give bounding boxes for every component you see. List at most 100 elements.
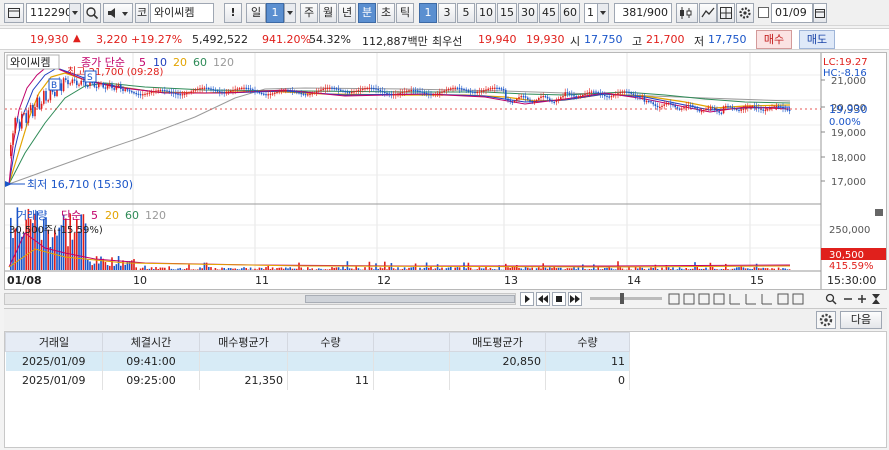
volume-tag: 30,500 (829, 250, 864, 261)
candle-body (117, 84, 120, 87)
candle-body (280, 90, 283, 92)
candle-body (531, 101, 533, 103)
candle-body (348, 91, 351, 94)
volume-bar (648, 268, 650, 270)
candle-body (304, 94, 307, 96)
volume-bar (309, 269, 311, 270)
candle-body (443, 90, 445, 92)
candle-body (71, 79, 74, 84)
volume-bar (56, 235, 58, 270)
interval-5[interactable]: 5 (457, 3, 475, 23)
window-icon[interactable] (4, 3, 24, 23)
volume-bar (142, 267, 144, 270)
candle-body (135, 92, 137, 95)
chart-tool-icons[interactable] (668, 292, 818, 306)
next-button[interactable]: 다음 (840, 311, 882, 329)
date-checkbox[interactable] (758, 7, 769, 18)
candle-body (414, 90, 417, 92)
zoom-slider-handle[interactable] (620, 293, 624, 304)
candle-body (170, 91, 173, 93)
volume-bar (749, 268, 751, 270)
volume-bar (355, 266, 357, 270)
candle-body (190, 91, 192, 93)
candle-body (164, 90, 166, 92)
volume-bar (786, 269, 789, 270)
period-day[interactable]: 일 (246, 3, 266, 23)
period-dropdown[interactable] (284, 3, 296, 23)
period-year[interactable]: 년 (338, 3, 356, 23)
candle-body (93, 82, 96, 87)
y-axis-ticks: 21,00020,00019,00018,00017,000 (821, 76, 866, 188)
candle-settings-icon[interactable] (676, 3, 698, 23)
cell-exec-time: 09:41:00 (102, 351, 200, 371)
candle-body (419, 90, 421, 93)
period-minute[interactable]: 분 (358, 3, 376, 23)
volume-bar (531, 267, 533, 270)
count-input[interactable]: 1 (584, 3, 598, 23)
interval-1[interactable]: 1 (419, 3, 437, 23)
sell-button[interactable]: 매도 (799, 30, 835, 49)
stock-name-field[interactable]: 와이씨켐 (150, 3, 214, 23)
interval-15[interactable]: 15 (497, 3, 517, 23)
reset-zoom-icon[interactable] (872, 294, 880, 299)
price-chart[interactable]: 와이씨켐 종가 단순 5 10 20 60 120 최고 21,700 (09:… (4, 52, 887, 290)
pane-collapse-icon[interactable] (875, 209, 883, 216)
scroll-right-icon[interactable] (520, 292, 534, 306)
interval-3[interactable]: 3 (438, 3, 456, 23)
gear-icon[interactable] (736, 3, 754, 23)
candle-body (133, 92, 135, 94)
candle-body (392, 94, 395, 96)
volume-bar (401, 268, 404, 270)
rewind-icon[interactable] (536, 292, 550, 306)
zoom-slider[interactable] (590, 293, 662, 304)
volume-bar (683, 269, 685, 270)
stock-code-dropdown[interactable] (69, 3, 81, 23)
volume-bar (153, 269, 155, 270)
calendar-icon[interactable] (813, 3, 827, 23)
date-input[interactable]: 01/09 (771, 3, 813, 23)
candle-body (707, 107, 709, 109)
buy-button[interactable]: 매수 (756, 30, 792, 49)
forward-icon[interactable] (568, 292, 582, 306)
volume-bar (289, 267, 291, 270)
chart-scroll-row (4, 291, 887, 307)
candle-body (604, 95, 606, 97)
speaker-icon[interactable] (103, 3, 133, 23)
candle-body (109, 83, 111, 86)
interval-45[interactable]: 45 (539, 3, 559, 23)
interval-10[interactable]: 10 (476, 3, 496, 23)
stop-icon[interactable] (552, 292, 566, 306)
warning-button[interactable]: ! (224, 3, 242, 23)
candle-body (540, 96, 542, 99)
interval-30[interactable]: 30 (518, 3, 538, 23)
candle-body (346, 91, 349, 93)
volume-bar (249, 267, 252, 270)
period-second[interactable]: 초 (377, 3, 395, 23)
candle-body (663, 104, 665, 106)
zoom-icon[interactable] (825, 293, 835, 303)
gear-icon[interactable] (816, 311, 836, 329)
y-tick-label: 17,000 (831, 177, 866, 188)
layout-icon[interactable] (717, 3, 735, 23)
table-row[interactable]: 2025/01/09 09:25:00 21,350 11 0 (5, 370, 630, 390)
search-icon[interactable] (83, 3, 101, 23)
chart-scrollbar[interactable] (4, 293, 516, 305)
table-row[interactable]: 2025/01/09 09:41:00 20,850 11 (5, 351, 630, 371)
zoom-controls[interactable] (824, 292, 886, 306)
stock-code-input[interactable]: 112290 (26, 3, 72, 23)
period-tick[interactable]: 틱 (396, 3, 414, 23)
period-week[interactable]: 주 (300, 3, 318, 23)
interval-60[interactable]: 60 (560, 3, 580, 23)
volume-bar (612, 269, 615, 270)
count-dropdown[interactable] (597, 3, 609, 23)
volume-bar (656, 268, 659, 270)
chart-line-icon[interactable] (699, 3, 717, 23)
ma20-label: 20 (173, 56, 187, 69)
candle-body (153, 91, 155, 93)
candle-body (399, 92, 401, 94)
period-month[interactable]: 월 (319, 3, 337, 23)
candle-body (278, 91, 280, 93)
scrollbar-thumb[interactable] (305, 295, 515, 303)
period-day-count[interactable]: 1 (266, 3, 284, 23)
volume-bar (549, 267, 551, 270)
